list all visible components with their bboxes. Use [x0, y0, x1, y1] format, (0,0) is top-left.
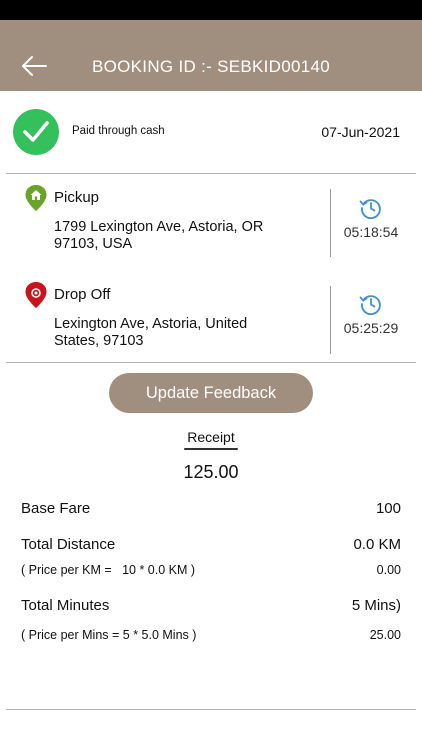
- update-feedback-button[interactable]: Update Feedback: [109, 373, 313, 413]
- divider: [6, 709, 416, 710]
- payment-method-text: Paid through cash: [72, 125, 165, 137]
- pickup-address-line2: 97103, USA: [54, 236, 133, 252]
- status-bar: [0, 0, 422, 20]
- base-fare-label: Base Fare: [21, 500, 91, 517]
- pickup-separator: [330, 189, 331, 257]
- total-minutes-label: Total Minutes: [21, 597, 110, 614]
- check-circle-icon: [13, 109, 59, 155]
- page-title: BOOKING ID :- SEBKID00140: [91, 57, 331, 76]
- dropoff-pin-icon: [25, 282, 47, 308]
- minutes-price-detail: ( Price per Mins = 5 * 5.0 Mins ): [21, 628, 197, 642]
- clock-icon: [359, 199, 381, 219]
- dropoff-title: Drop Off: [54, 286, 111, 303]
- receipt-heading: Receipt: [187, 429, 235, 445]
- receipt-total: 125.00: [183, 462, 239, 482]
- dropoff-address-line1: Lexington Ave, Astoria, United: [54, 316, 248, 332]
- pickup-address-line1: 1799 Lexington Ave, Astoria, OR: [54, 219, 264, 235]
- pickup-title: Pickup: [54, 189, 100, 206]
- payment-status-row: Paid through cash 07-Jun-2021: [0, 91, 422, 174]
- total-minutes-value: 5 Mins): [351, 597, 401, 614]
- dropoff-address-line2: States, 97103: [54, 333, 144, 349]
- receipt-underline: [184, 448, 238, 450]
- dropoff-time: 05:25:29: [343, 320, 399, 336]
- pickup-time: 05:18:54: [343, 224, 399, 240]
- pickup-address: 1799 Lexington Ave, Astoria, OR 97103, U…: [54, 219, 304, 253]
- app-header: BOOKING ID :- SEBKID00140: [0, 20, 422, 91]
- pickup-pin-icon: [25, 185, 47, 211]
- booking-date: 07-Jun-2021: [321, 124, 400, 140]
- clock-icon: [359, 295, 381, 315]
- distance-price-detail: ( Price per KM = 10 * 0.0 KM ): [21, 563, 196, 577]
- minutes-price-value: 25.00: [369, 628, 401, 642]
- base-fare-value: 100: [375, 500, 401, 517]
- total-distance-value: 0.0 KM: [353, 536, 401, 553]
- total-distance-label: Total Distance: [21, 536, 116, 553]
- divider: [6, 362, 416, 363]
- dropoff-address: Lexington Ave, Astoria, United States, 9…: [54, 316, 304, 350]
- distance-price-value: 0.00: [376, 563, 401, 577]
- divider: [6, 173, 416, 174]
